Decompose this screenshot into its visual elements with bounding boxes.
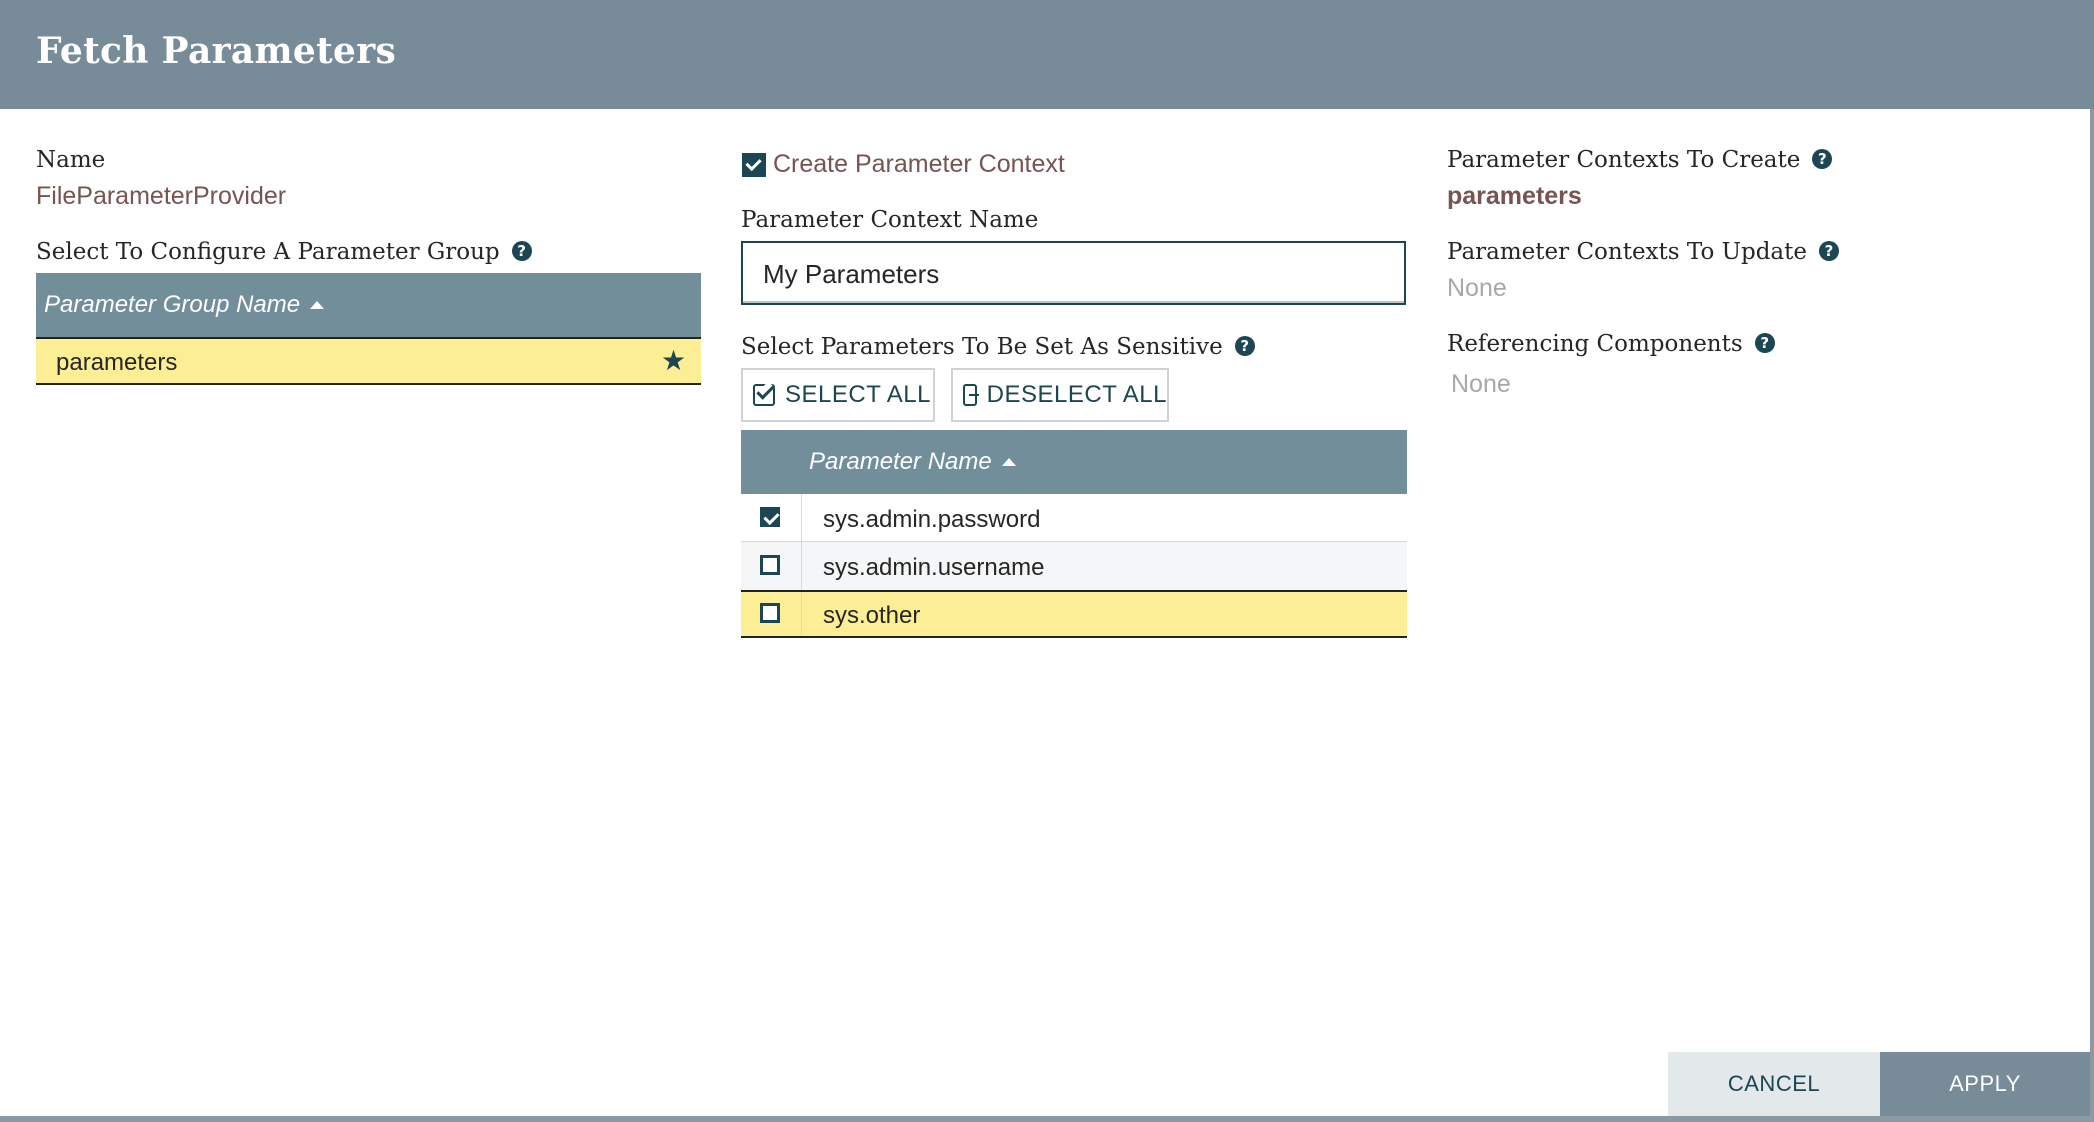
dialog-header: Fetch Parameters <box>0 0 2094 109</box>
dialog-right-border <box>2090 109 2094 1117</box>
referencing-components-value: None <box>1451 370 1511 398</box>
dialog-bottom-border <box>0 1116 2094 1122</box>
parameter-group-name-column[interactable]: Parameter Group Name <box>44 291 325 319</box>
sensitive-checkbox[interactable] <box>760 603 780 623</box>
help-icon[interactable]: ? <box>511 241 532 261</box>
name-label: Name <box>36 147 106 173</box>
cancel-button-label: CANCEL <box>1727 1071 1821 1096</box>
select-all-button[interactable]: SELECT ALL <box>741 368 935 422</box>
deselect-all-icon <box>963 384 979 406</box>
parameter-row[interactable]: sys.admin.password <box>741 494 1407 542</box>
help-icon[interactable]: ? <box>1819 241 1839 261</box>
parameter-grid-header: Parameter Name <box>741 430 1407 494</box>
referencing-components-label-text: Referencing Components <box>1447 331 1743 357</box>
create-context-checkbox[interactable] <box>742 153 766 177</box>
help-icon[interactable]: ? <box>1234 336 1255 356</box>
help-icon[interactable]: ? <box>1812 149 1833 169</box>
contexts-to-create-label: Parameter Contexts To Create? <box>1447 147 1833 173</box>
select-all-label: SELECT ALL <box>785 381 931 408</box>
parameter-name: sys.admin.username <box>823 554 1045 581</box>
cancel-button[interactable]: CANCEL <box>1668 1052 1880 1116</box>
create-context-label[interactable]: Create Parameter Context <box>773 150 1065 179</box>
contexts-to-create-value: parameters <box>1447 182 1582 210</box>
deselect-all-button[interactable]: DESELECT ALL <box>951 368 1169 422</box>
parameter-name: sys.other <box>823 602 921 629</box>
contexts-to-update-label: Parameter Contexts To Update? <box>1447 239 1839 265</box>
select-all-icon <box>753 384 775 406</box>
parameter-group-grid-header: Parameter Group Name <box>36 273 701 337</box>
parameter-name-header-label: Parameter Name <box>809 448 992 475</box>
sort-ascending-icon <box>310 301 325 309</box>
sensitive-checkbox[interactable] <box>760 507 780 527</box>
group-select-label: Select To Configure A Parameter Group? <box>36 239 532 265</box>
group-select-label-text: Select To Configure A Parameter Group <box>36 239 500 265</box>
sensitive-checkbox[interactable] <box>760 555 780 575</box>
deselect-all-label: DESELECT ALL <box>986 381 1167 408</box>
context-name-input[interactable]: My Parameters <box>741 241 1406 305</box>
contexts-to-create-label-text: Parameter Contexts To Create <box>1447 147 1801 173</box>
sensitive-label-text: Select Parameters To Be Set As Sensitive <box>741 334 1223 360</box>
parameter-group-row[interactable]: parameters ★ <box>36 337 701 385</box>
context-name-input-value: My Parameters <box>763 259 940 289</box>
parameter-name-column[interactable]: Parameter Name <box>809 448 1016 476</box>
provider-name-value: FileParameterProvider <box>36 182 287 210</box>
contexts-to-update-value: None <box>1447 274 1507 302</box>
sensitive-label: Select Parameters To Be Set As Sensitive… <box>741 334 1255 360</box>
parameter-row[interactable]: sys.admin.username <box>741 542 1407 590</box>
parameter-name: sys.admin.password <box>823 506 1041 533</box>
contexts-to-update-label-text: Parameter Contexts To Update <box>1447 239 1807 265</box>
dialog-title: Fetch Parameters <box>36 30 397 72</box>
parameter-row[interactable]: sys.other <box>741 590 1407 638</box>
help-icon[interactable]: ? <box>1754 333 1775 353</box>
star-icon: ★ <box>661 344 687 377</box>
apply-button-label: APPLY <box>1949 1071 2021 1096</box>
parameter-group-name: parameters <box>56 349 178 376</box>
sort-ascending-icon <box>1001 458 1016 466</box>
referencing-components-label: Referencing Components? <box>1447 331 1775 357</box>
apply-button[interactable]: APPLY <box>1880 1052 2090 1116</box>
context-name-label: Parameter Context Name <box>741 207 1039 233</box>
parameter-group-name-header-label: Parameter Group Name <box>44 291 301 318</box>
